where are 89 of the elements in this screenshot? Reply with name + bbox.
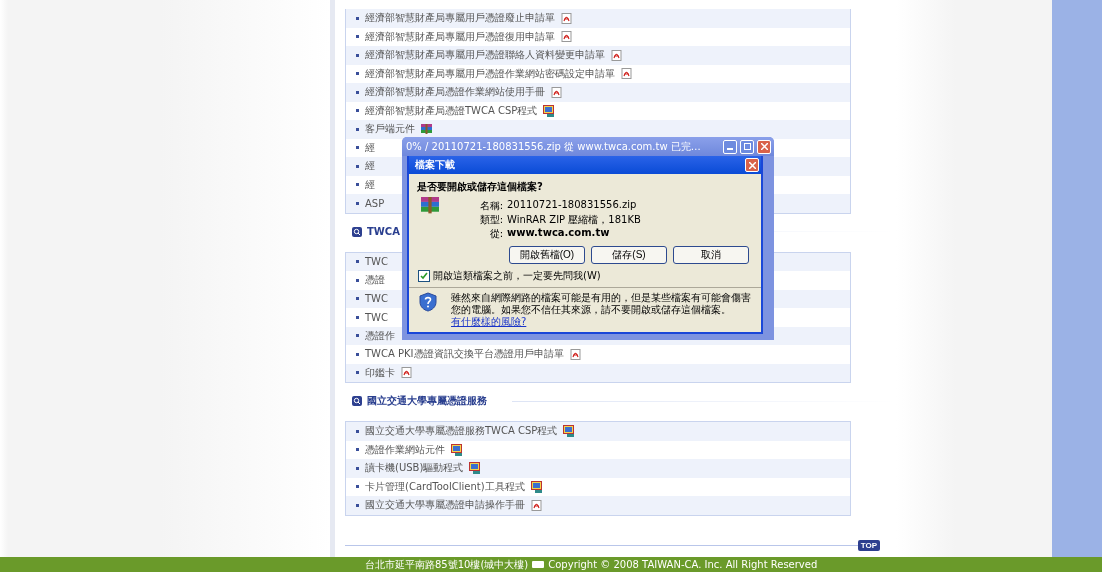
dialog-button[interactable]: 開啟舊檔(O) — [509, 246, 585, 264]
shield-icon — [419, 292, 437, 312]
pdf-icon — [551, 86, 562, 98]
bullet-icon — [356, 466, 359, 470]
close-button[interactable] — [745, 158, 759, 172]
download-link[interactable]: 客戶端元件 — [365, 122, 415, 137]
bullet-icon — [356, 260, 359, 264]
footer-copyright: Copyright © 2008 TAIWAN-CA. Inc. All Right Reserved — [548, 559, 818, 570]
bullet-icon — [356, 371, 359, 375]
download-link[interactable]: 憑證 — [365, 273, 385, 288]
dialog-question: 是否要開啟或儲存這個檔案? — [417, 180, 544, 194]
bullet-icon — [356, 16, 359, 20]
bullet-icon — [356, 109, 359, 113]
close-icon — [748, 161, 756, 169]
bullet-icon — [356, 503, 359, 507]
dialog-button[interactable]: 儲存(S) — [591, 246, 667, 264]
bullet-icon — [356, 429, 359, 433]
download-link[interactable]: TWC — [365, 293, 388, 305]
top-button[interactable]: TOP — [857, 539, 880, 551]
bullet-icon — [356, 201, 359, 205]
download-link[interactable]: TWC — [365, 256, 388, 268]
footer-address: 台北市延平南路85號10樓(城中大樓) — [365, 557, 529, 572]
field-label: 類型: — [478, 213, 504, 227]
download-link[interactable]: 經 — [365, 177, 375, 192]
bullet-icon — [356, 164, 359, 168]
field-label: 從: — [488, 227, 504, 241]
bullet-icon — [356, 127, 359, 131]
check-icon — [420, 272, 428, 280]
bullet-icon — [356, 72, 359, 76]
monitor-icon — [451, 443, 463, 456]
pdf-icon — [561, 12, 572, 24]
bullet-icon — [356, 334, 359, 338]
download-link[interactable]: ASP — [365, 197, 385, 209]
field-value: 20110721-180831556.zip — [507, 199, 638, 212]
pdf-icon — [611, 49, 622, 61]
download-link[interactable]: 憑證作業網站元件 — [365, 442, 445, 457]
bullet-icon — [356, 297, 359, 301]
download-link[interactable]: TWCA PKI憑證資訊交換平台憑證用戶申請單 — [365, 347, 564, 362]
dialog-title: 檔案下載 — [415, 158, 456, 172]
download-link[interactable]: 印鑑卡 — [365, 365, 395, 380]
pdf-icon — [401, 367, 412, 379]
monitor-icon — [543, 104, 556, 117]
bullet-icon — [356, 53, 359, 57]
download-link[interactable]: 憑證作 — [365, 328, 395, 343]
window-title: 0% / 20110721-180831556.zip 從 www.twca.com.tw 已完… — [406, 139, 702, 154]
checkbox[interactable] — [418, 270, 430, 282]
pdf-icon — [531, 499, 542, 511]
archive-icon — [421, 123, 432, 135]
bullet-icon — [356, 315, 359, 319]
maximize-icon — [743, 143, 751, 150]
bullet-icon — [356, 35, 359, 39]
search-icon — [352, 396, 362, 406]
download-link[interactable]: 經濟部智慧財產局專屬用戶憑證作業網站密碼設定申請單 — [365, 66, 615, 81]
bullet-icon — [356, 90, 359, 94]
download-link[interactable]: 卡片管理(CardToolClient)工具程式 — [365, 479, 525, 494]
download-link[interactable]: 經 — [365, 159, 375, 174]
bullet-icon — [356, 183, 359, 187]
minimize-button[interactable] — [723, 139, 737, 154]
risk-link[interactable]: 有什麼樣的風險? — [451, 316, 527, 327]
section-title: TWCA — [367, 226, 400, 237]
download-link[interactable]: TWC — [365, 311, 388, 323]
close-button[interactable] — [757, 139, 771, 154]
bullet-icon — [356, 485, 359, 489]
search-icon — [352, 226, 362, 237]
download-link[interactable]: 經濟部智慧財產局專屬用戶憑證復用申請單 — [365, 29, 555, 44]
field-value: WinRAR ZIP 壓縮檔，181KB — [507, 213, 641, 227]
logo-icon — [532, 561, 545, 568]
monitor-icon — [469, 462, 482, 475]
bullet-icon — [356, 278, 359, 282]
field-value: www.twca.com.tw — [507, 227, 611, 240]
bullet-icon — [356, 448, 359, 452]
download-link[interactable]: 經濟部智慧財產局憑證TWCA CSP程式 — [365, 103, 538, 118]
section-title: 國立交通大學專屬憑證服務 — [367, 394, 487, 408]
monitor-icon — [563, 425, 576, 438]
download-link[interactable]: 讀卡機(USB)驅動程式 — [365, 461, 464, 476]
monitor-icon — [530, 480, 543, 493]
bullet-icon — [356, 352, 359, 356]
maximize-button[interactable] — [740, 139, 754, 154]
pdf-icon — [561, 31, 572, 43]
archive-icon — [421, 197, 439, 215]
bullet-icon — [356, 146, 359, 150]
dialog-button[interactable]: 取消 — [673, 246, 749, 264]
download-link[interactable]: 經 — [365, 140, 375, 155]
pdf-icon — [621, 68, 632, 80]
pdf-icon — [569, 348, 581, 360]
field-label: 名稱: — [478, 199, 504, 213]
close-icon — [760, 143, 768, 150]
checkbox-label: 開啟這類檔案之前，一定要先問我(W) — [433, 269, 601, 283]
warning-text: 雖然來自網際網路的檔案可能是有用的，但是某些檔案有可能會傷害您的電腦。如果您不信任其來源，請不要開啟或儲存這個檔案。 有什麼樣的風險? — [451, 292, 752, 328]
